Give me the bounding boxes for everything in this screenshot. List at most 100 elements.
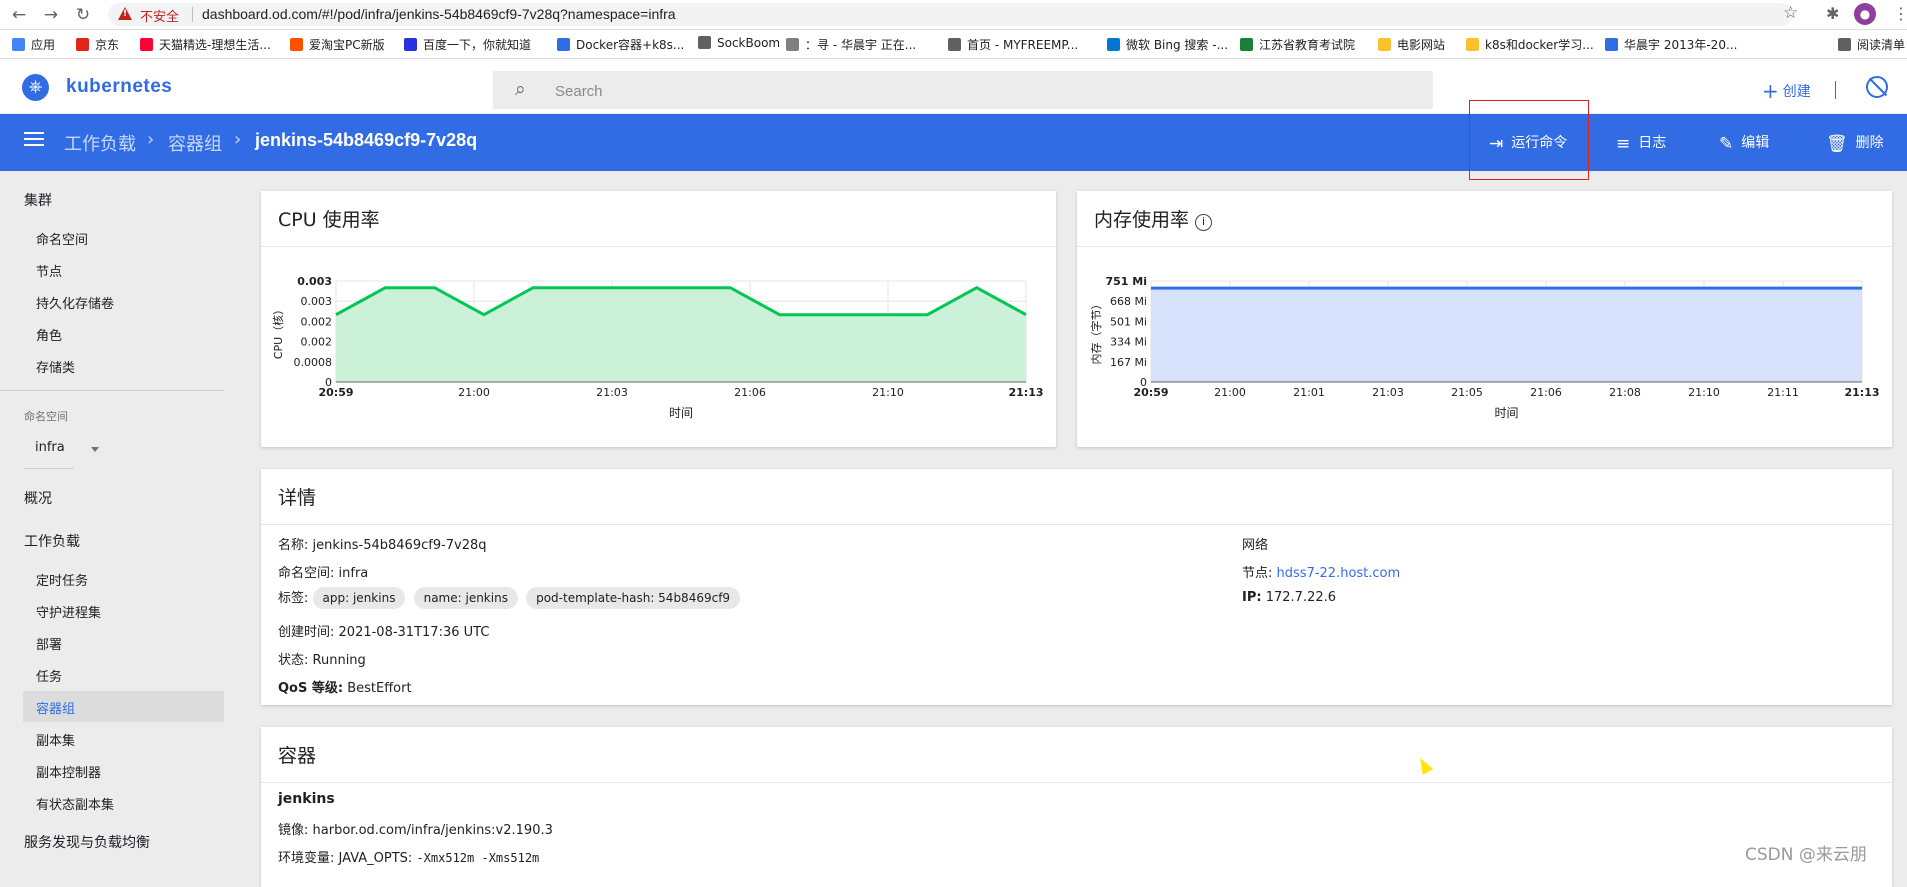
sidebar-item-cronjobs[interactable]: 定时任务: [36, 570, 88, 589]
breadcrumb-workloads[interactable]: 工作负载: [64, 130, 136, 156]
url-text[interactable]: dashboard.od.com/#!/pod/infra/jenkins-54…: [202, 6, 676, 22]
node-link[interactable]: hdss7-22.host.com: [1277, 566, 1401, 581]
x-tick-label: 21:00: [1214, 386, 1246, 399]
bookmarks-bar: 应用 京东 天猫精选-理想生活... 爱淘宝PC新版 百度一下，你就知道 Docker容器…: [0, 30, 1907, 59]
x-tick-label: 21:10: [872, 386, 904, 399]
bookmark-label: Docker容器+k8s...: [576, 38, 685, 52]
bookmark-star-icon[interactable]: ☆: [1783, 3, 1798, 23]
detail-qos-label: QoS 等级:: [278, 681, 344, 696]
bookmark-item[interactable]: 阅读清单: [1838, 36, 1905, 53]
user-settings-icon[interactable]: [1866, 76, 1888, 98]
sidebar-item-roles[interactable]: 角色: [36, 325, 62, 344]
sidebar-item-replicasets[interactable]: 副本集: [36, 730, 75, 749]
x-tick-label: 21:13: [1844, 386, 1879, 399]
bookmark-favicon-icon: [1378, 38, 1391, 51]
bookmark-favicon-icon: [290, 38, 303, 51]
bookmark-item[interactable]: SockBoom: [698, 36, 780, 50]
sidebar-item-storage-classes[interactable]: 存储类: [36, 357, 75, 376]
detail-name-label: 名称:: [278, 538, 309, 553]
bookmark-favicon-icon: [12, 38, 25, 51]
bookmark-item[interactable]: Docker容器+k8s...: [557, 36, 684, 53]
sidebar-item-jobs[interactable]: 任务: [36, 666, 62, 685]
namespace-select[interactable]: infra: [35, 440, 65, 455]
forward-icon[interactable]: →: [40, 4, 62, 26]
x-axis-title: 时间: [669, 406, 693, 420]
sidebar-item-nodes[interactable]: 节点: [36, 261, 62, 280]
bookmark-favicon-icon: [1838, 38, 1851, 51]
sidebar-item-persistent-volumes[interactable]: 持久化存储卷: [36, 293, 114, 312]
bookmark-label: 天猫精选-理想生活...: [159, 38, 271, 52]
detail-ip-value: 172.7.22.6: [1265, 590, 1337, 605]
sidebar-item-replication-controllers[interactable]: 副本控制器: [36, 762, 101, 781]
sidebar-item-statefulsets[interactable]: 有状态副本集: [36, 794, 114, 813]
memory-chart: 0167 Mi334 Mi501 Mi668 Mi751 Mi20:59 21:0…: [1089, 275, 1880, 420]
bookmark-item[interactable]: 京东: [76, 36, 119, 53]
bookmark-item[interactable]: k8s和docker学习...: [1466, 36, 1594, 53]
bookmark-favicon-icon: [1466, 38, 1479, 51]
bookmark-item[interactable]: 华晨宇 2013年-20...: [1605, 36, 1737, 53]
label-chip: pod-template-hash: 54b8469cf9: [526, 587, 741, 609]
create-button[interactable]: + 创建: [1762, 79, 1811, 103]
bookmark-item[interactable]: 电影网站: [1378, 36, 1445, 53]
dropdown-caret-icon[interactable]: [91, 447, 99, 452]
brand-name[interactable]: kubernetes: [66, 76, 172, 98]
x-tick-label: 21:01: [1293, 386, 1325, 399]
x-tick-label: 21:13: [1008, 386, 1043, 399]
browser-address-bar: ← → ↻ 不安全 dashboard.od.com/#!/pod/infra/…: [0, 0, 1907, 30]
back-icon[interactable]: ←: [8, 4, 30, 26]
url-field[interactable]: 不安全 dashboard.od.com/#!/pod/infra/jenkin…: [108, 3, 1793, 26]
logs-icon: ≡: [1616, 134, 1631, 154]
profile-avatar[interactable]: ●: [1854, 3, 1876, 25]
card-divider: [261, 782, 1892, 783]
chrome-menu-icon[interactable]: ⋮: [1893, 4, 1907, 23]
breadcrumb-pods[interactable]: 容器组: [168, 130, 222, 156]
delete-button[interactable]: 🗑 删除: [1826, 132, 1884, 154]
detail-created: 创建时间: 2021-08-31T17:36 UTC: [278, 621, 489, 640]
y-tick-label: 501 Mi: [1110, 315, 1147, 328]
bookmark-item[interactable]: 微软 Bing 搜索 -...: [1107, 36, 1228, 53]
bookmark-item[interactable]: 天猫精选-理想生活...: [140, 36, 271, 53]
bookmark-label: SockBoom: [717, 36, 781, 50]
menu-icon[interactable]: [24, 132, 44, 134]
bookmark-label: 京东: [95, 38, 120, 52]
bookmark-item[interactable]: 首页 - MYFREEMP...: [948, 36, 1078, 53]
bookmark-favicon-icon: [698, 36, 711, 49]
edit-button[interactable]: ✎ 编辑: [1719, 132, 1769, 154]
sidebar-item-daemonsets[interactable]: 守护进程集: [36, 602, 101, 621]
search-icon: ⌕: [515, 78, 526, 100]
reload-icon[interactable]: ↻: [72, 4, 94, 26]
sidebar-item-overview[interactable]: 概况: [24, 488, 52, 508]
sidebar-heading-workloads[interactable]: 工作负载: [24, 531, 80, 551]
memory-card-title: 内存使用率 i: [1094, 205, 1213, 232]
detail-labels: 标签: app: jenkins name: jenkins pod-templ…: [278, 587, 744, 609]
search-bar[interactable]: ⌕: [493, 71, 1433, 109]
bookmark-item[interactable]: 百度一下，你就知道: [404, 36, 531, 53]
info-icon[interactable]: i: [1195, 214, 1213, 231]
bookmark-item[interactable]: ：寻 - 华晨宇 正在...: [786, 36, 916, 53]
logs-button[interactable]: ≡ 日志: [1616, 132, 1666, 154]
bookmark-item[interactable]: 应用: [12, 36, 55, 53]
sidebar-heading-discovery[interactable]: 服务发现与负载均衡: [24, 832, 150, 852]
bookmark-label: 微软 Bing 搜索 -...: [1126, 38, 1229, 52]
search-input[interactable]: [553, 79, 1357, 103]
extensions-icon[interactable]: ✱: [1826, 4, 1839, 23]
x-tick-label: 21:06: [734, 386, 766, 399]
sidebar-item-deployments[interactable]: 部署: [36, 634, 62, 653]
cpu-chart: 00.00080.0020.0020.0030.00320:59 21:00 21:…: [271, 275, 1044, 420]
sidebar-heading-cluster[interactable]: 集群: [24, 190, 52, 210]
sidebar-item-pods[interactable]: 容器组: [36, 698, 75, 717]
cpu-usage-card: CPU 使用率 0 0.0008 0.002 0.002 0.003 0.003 20:59…: [261, 191, 1056, 447]
sidebar-item-namespaces[interactable]: 命名空间: [36, 229, 88, 248]
y-tick-label: 0.002: [301, 336, 333, 349]
bookmark-label: 应用: [31, 38, 56, 52]
bookmark-favicon-icon: [557, 38, 570, 51]
x-tick-label: 21:10: [1688, 386, 1720, 399]
bookmark-item[interactable]: 爱淘宝PC新版: [290, 36, 385, 53]
container-name: jenkins: [278, 791, 335, 807]
label-chip: name: jenkins: [413, 587, 518, 609]
containers-title: 容器: [278, 745, 317, 767]
detail-status: 状态: Running: [278, 649, 366, 668]
kubernetes-logo-icon[interactable]: ⎈: [22, 74, 49, 101]
bookmark-item[interactable]: 江苏省教育考试院: [1240, 36, 1355, 53]
bookmark-label: 首页 - MYFREEMP...: [967, 38, 1079, 52]
